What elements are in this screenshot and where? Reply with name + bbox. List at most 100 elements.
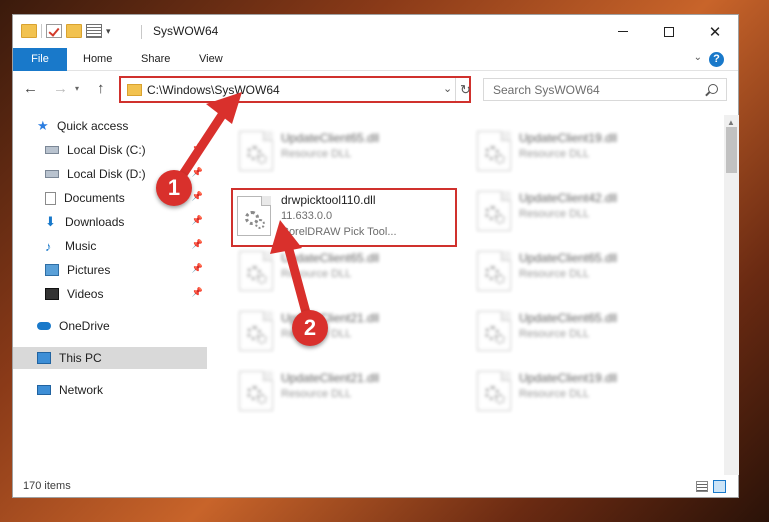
sidebar-item-label: Documents [64,191,125,205]
navigation-pane: ★ Quick access Local Disk (C:) 📌 Local D… [13,115,207,475]
list-item[interactable]: UpdateClient65.dll Resource DLL [469,249,699,305]
forward-arrow-icon[interactable]: → [53,80,68,97]
close-icon: ✕ [708,23,722,41]
gear-icon [257,154,267,164]
gear-icon [255,219,265,229]
back-arrow-icon[interactable]: ← [23,80,38,97]
dll-file-icon [477,131,511,171]
file-type: Resource DLL [281,388,352,400]
step-2-marker: 2 [292,310,328,346]
details-view-icon[interactable] [696,481,708,492]
highlighted-file-item[interactable]: drwpicktool110.dll 11.633.0.0 CorelDRAW … [231,188,457,247]
sidebar-item-label: Local Disk (D:) [67,167,146,181]
sidebar-item-label: Downloads [65,215,125,229]
properties-check-icon[interactable] [46,24,62,38]
pin-icon[interactable]: 📌 [192,263,203,274]
address-path[interactable]: C:\Windows\SysWOW64 [147,83,280,97]
star-icon: ★ [37,118,49,133]
pin-icon[interactable]: 📌 [192,287,203,298]
list-item[interactable]: UpdateClient21.dll Resource DLL [231,369,461,425]
title-divider [141,25,142,39]
sidebar-item-this-pc[interactable]: This PC [13,347,207,369]
expand-ribbon-icon[interactable]: ⌄ [694,52,702,63]
file-type: Resource DLL [519,268,590,280]
music-icon: ♪ [45,238,52,254]
computer-icon [37,352,51,364]
tab-view[interactable]: View [199,48,223,71]
dll-file-icon [239,311,273,351]
pin-icon[interactable]: 📌 [192,239,203,250]
minimize-button[interactable] [600,15,646,48]
list-item[interactable]: UpdateClient42.dll Resource DLL [469,189,699,245]
toolbar-divider [41,24,42,38]
gear-icon [495,334,505,344]
navigation-bar: ← → ▾ ↑ C:\Windows\SysWOW64 ⌄ ↻ Search S… [13,72,738,108]
search-input[interactable]: Search SysWOW64 [483,78,727,101]
large-icons-view-icon[interactable] [713,480,726,493]
list-item[interactable]: UpdateClient65.dll Resource DLL [231,249,461,305]
dll-file-icon [477,251,511,291]
search-icon[interactable] [708,84,718,94]
network-icon [37,385,51,395]
list-item[interactable]: UpdateClient65.dll Resource DLL [231,129,461,185]
item-count: 170 items [23,480,71,492]
sidebar-item-network[interactable]: Network [13,379,207,401]
status-bar: 170 items [13,476,738,498]
new-folder-icon[interactable] [66,24,82,38]
gear-icon [257,334,267,344]
file-list: UpdateClient65.dll Resource DLL UpdateCl… [223,115,723,475]
properties-icon[interactable] [86,24,102,38]
pin-icon[interactable]: 📌 [192,143,203,154]
pin-icon[interactable]: 📌 [192,167,203,178]
gear-icon [495,394,505,404]
scroll-up-icon[interactable]: ▲ [727,118,735,127]
refresh-icon[interactable]: ↻ [455,78,475,101]
list-item[interactable]: UpdateClient21.dll Resource DLL [231,309,461,365]
up-arrow-icon[interactable]: ↑ [97,80,105,97]
file-name: UpdateClient42.dll [519,191,618,205]
recent-locations-caret-icon[interactable]: ▾ [75,84,79,93]
sidebar-item-onedrive[interactable]: OneDrive [13,315,207,337]
folder-icon [21,24,37,38]
tab-file[interactable]: File [13,48,67,71]
list-item[interactable]: UpdateClient65.dll Resource DLL [469,309,699,365]
address-dropdown-icon[interactable]: ⌄ [443,82,452,95]
file-type: Resource DLL [519,388,590,400]
sidebar-item-pictures[interactable]: Pictures 📌 [13,259,207,281]
file-version: 11.633.0.0 [281,210,333,222]
sidebar-item-music[interactable]: ♪ Music 📌 [13,235,207,257]
gear-icon [495,154,505,164]
minimize-icon [618,31,628,32]
customize-toolbar-caret-icon[interactable]: ▾ [106,26,111,37]
tab-home[interactable]: Home [83,48,112,71]
sidebar-item-videos[interactable]: Videos 📌 [13,283,207,305]
gear-icon [495,214,505,224]
help-icon[interactable]: ? [709,52,724,67]
maximize-button[interactable] [646,15,692,48]
sidebar-item-label: OneDrive [59,319,110,333]
dll-file-icon [237,196,271,236]
ribbon: File Home Share View ⌄ ? [13,48,738,71]
list-item[interactable]: UpdateClient19.dll Resource DLL [469,129,699,185]
dll-file-icon [239,371,273,411]
pin-icon[interactable]: 📌 [192,191,203,202]
address-bar[interactable]: C:\Windows\SysWOW64 ⌄ ↻ [119,76,471,103]
sidebar-item-downloads[interactable]: ⬇ Downloads 📌 [13,211,207,233]
file-name: UpdateClient65.dll [519,251,618,265]
maximize-icon [664,26,674,37]
list-item[interactable]: UpdateClient19.dll Resource DLL [469,369,699,425]
dll-file-icon [477,191,511,231]
sidebar-item-quick-access[interactable]: ★ Quick access [13,115,207,137]
scroll-thumb[interactable] [726,127,737,173]
sidebar-item-local-disk-c[interactable]: Local Disk (C:) 📌 [13,139,207,161]
pin-icon[interactable]: 📌 [192,215,203,226]
gear-icon [257,394,267,404]
file-name: drwpicktool110.dll [281,193,376,207]
tab-share[interactable]: Share [141,48,170,71]
sidebar-item-label: Local Disk (C:) [67,143,146,157]
gear-icon [495,274,505,284]
sidebar-item-label: Network [59,383,104,397]
close-button[interactable]: ✕ [692,15,738,48]
list-item[interactable]: drwpicktool110.dll 11.633.0.0 CorelDRAW … [231,190,461,246]
vertical-scrollbar[interactable]: ▲ [724,115,739,475]
